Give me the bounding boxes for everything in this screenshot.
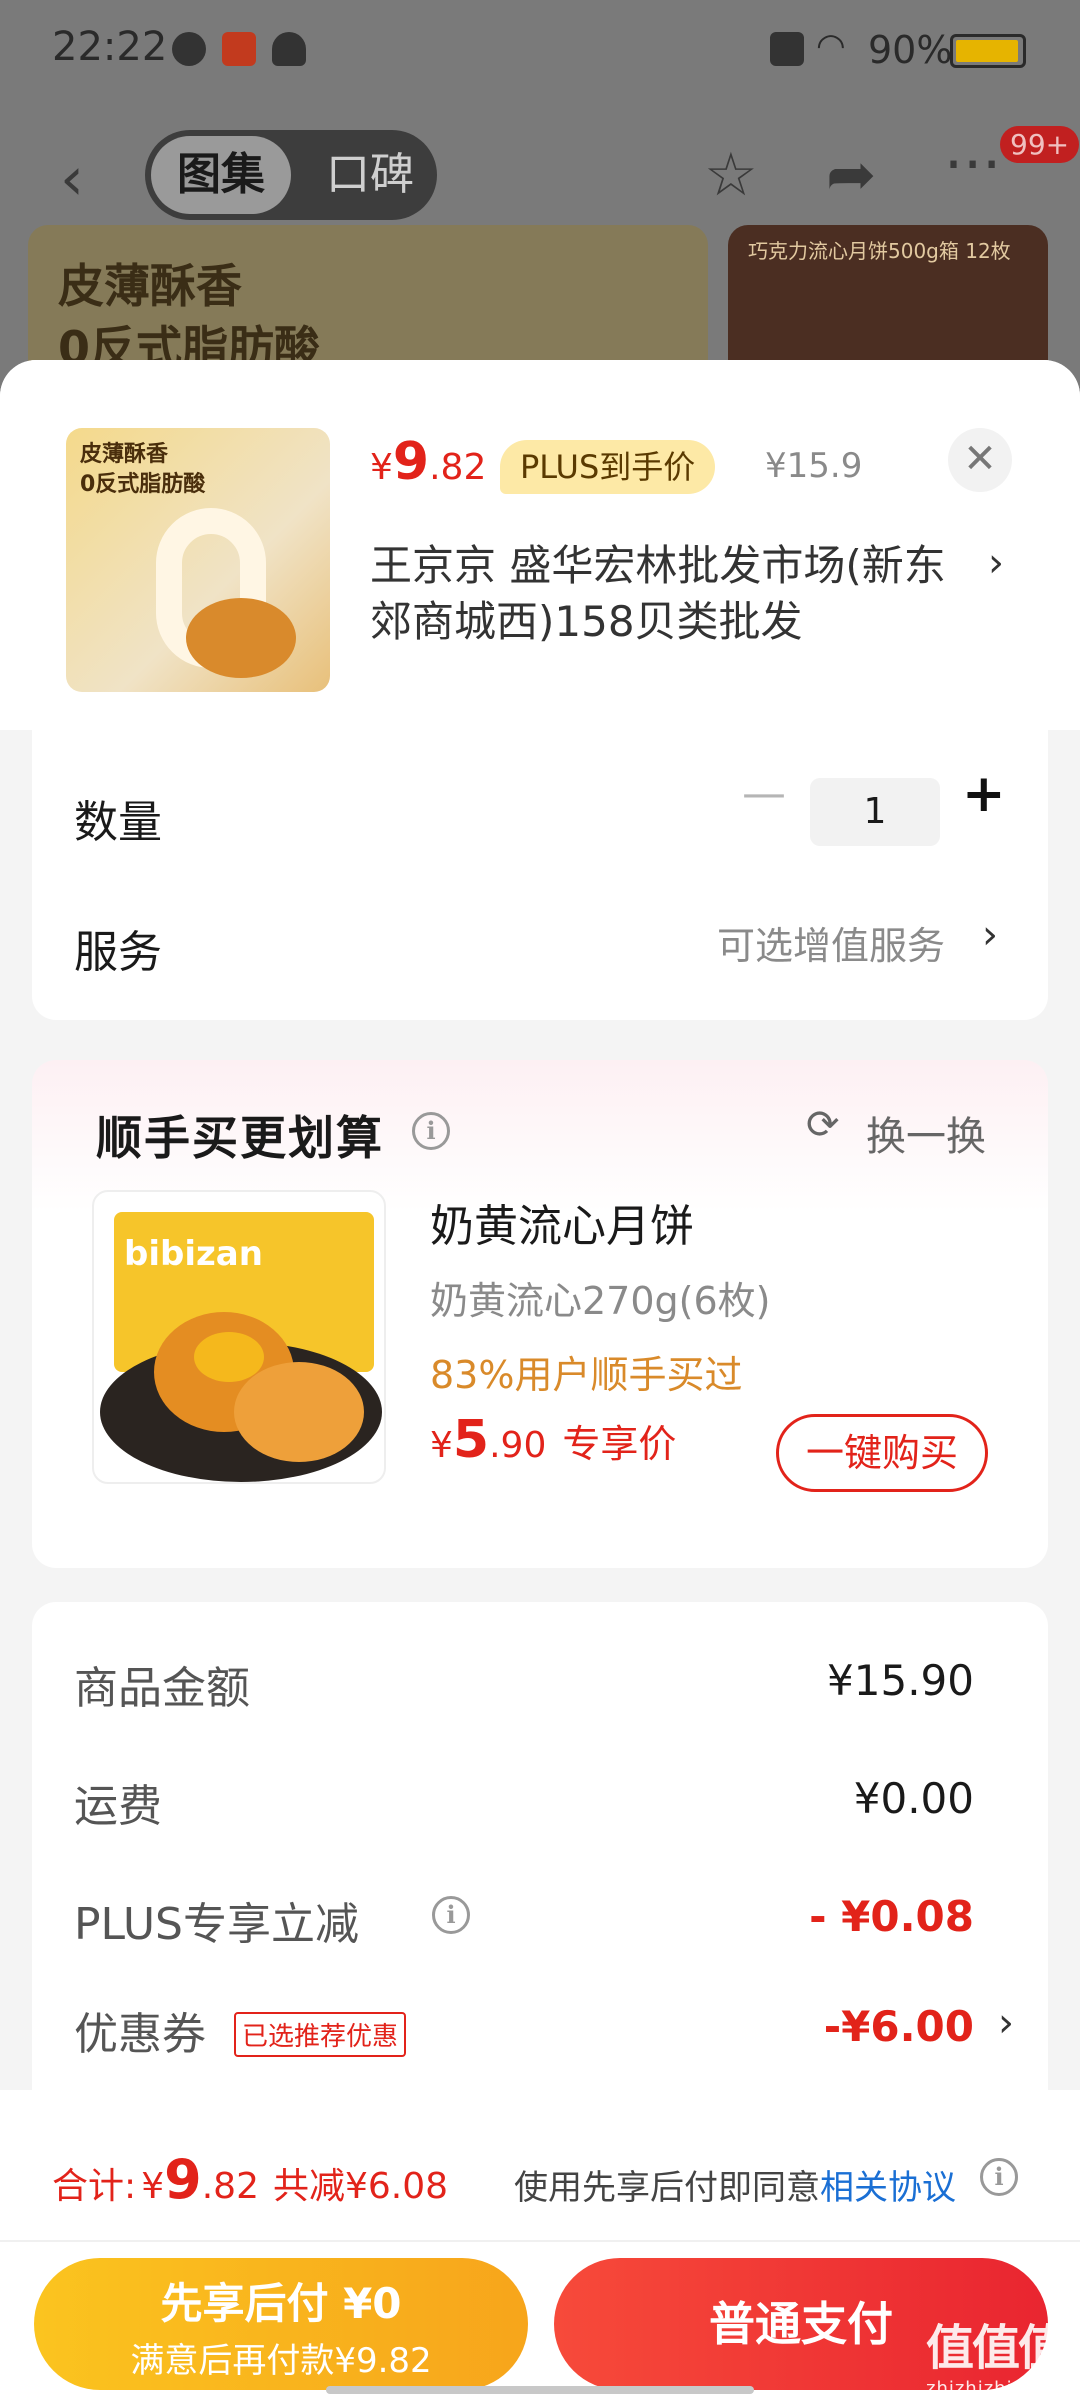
quantity-label: 数量 bbox=[74, 797, 162, 848]
background-page: 22:22 ◠ 90% ‹ 图集 口碑 ☆ ➦ ··· 99+ 皮薄酥香 0反式… bbox=[0, 0, 1080, 425]
sim-icon bbox=[770, 32, 804, 66]
coupon-tag: 已选推荐优惠 bbox=[234, 2012, 407, 2057]
thumbnail-text: 皮薄酥香 0反式脂肪酸 bbox=[80, 442, 206, 497]
agreement-text: 使用先享后付即同意相关协议 bbox=[514, 2168, 956, 2208]
wifi-icon: ◠ bbox=[816, 26, 846, 66]
sheet-header: 皮薄酥香 0反式脂肪酸 ¥9.82 PLUS到手价 ¥15.9 ✕ 王京京 盛华… bbox=[0, 360, 1080, 730]
order-total: 合计: ¥9.82 共减¥6.08 bbox=[52, 2148, 449, 2211]
favorite-star-icon[interactable]: ☆ bbox=[704, 140, 758, 210]
summary-row-plus-discount: PLUS专享立减 i - ¥0.08 bbox=[74, 1892, 974, 1950]
tab-reviews[interactable]: 口碑 bbox=[315, 136, 425, 214]
bundle-purchase-rate: 83%用户顺手买过 bbox=[430, 1353, 743, 1397]
bundle-product-spec: 奶黄流心270g(6枚) bbox=[430, 1279, 771, 1323]
battery-percent: 90% bbox=[868, 28, 953, 72]
status-time: 22:22 bbox=[52, 24, 168, 70]
quantity-decrease-button[interactable]: — bbox=[742, 768, 786, 819]
summary-row-coupon[interactable]: 优惠券 已选推荐优惠 -¥6.00 › bbox=[74, 1998, 1014, 2068]
quantity-input[interactable]: 1 bbox=[810, 778, 940, 846]
summary-row-shipping: 运费 ¥0.00 bbox=[74, 1774, 974, 1832]
chevron-right-icon[interactable]: › bbox=[982, 912, 998, 958]
product-price: ¥9.82 bbox=[370, 432, 487, 492]
refresh-icon[interactable]: ⟳ bbox=[806, 1102, 840, 1148]
pay-later-button[interactable]: 先享后付 ¥0 满意后再付款¥9.82 bbox=[34, 2258, 528, 2390]
info-icon[interactable]: i bbox=[412, 1112, 450, 1150]
status-bar: 22:22 ◠ 90% bbox=[0, 0, 1080, 100]
more-icon[interactable]: ··· bbox=[944, 130, 1001, 200]
bundle-product-image[interactable]: bibizan bbox=[92, 1190, 386, 1484]
banner-secondary-text: 巧克力流心月饼500g箱 12枚 bbox=[748, 239, 1011, 263]
product-thumbnail: 皮薄酥香 0反式脂肪酸 bbox=[66, 428, 330, 692]
divider bbox=[0, 2240, 1080, 2242]
plus-price-tag: PLUS到手价 bbox=[500, 440, 716, 494]
watermark: 值值值 zhizhizhi.com bbox=[926, 2320, 1066, 2399]
home-indicator[interactable] bbox=[326, 2386, 754, 2394]
delivery-address[interactable]: 王京京 盛华宏林批发市场(新东郊商城西)158贝类批发 bbox=[370, 538, 970, 650]
bundle-product-name[interactable]: 奶黄流心月饼 bbox=[430, 1190, 694, 1254]
original-price: ¥15.9 bbox=[765, 446, 863, 486]
service-label: 服务 bbox=[74, 927, 162, 978]
chevron-right-icon[interactable]: › bbox=[988, 540, 1004, 586]
bundle-price: ¥5.90 专享价 bbox=[430, 1410, 677, 1470]
one-click-buy-button[interactable]: 一键购买 bbox=[776, 1414, 988, 1492]
info-icon[interactable]: i bbox=[432, 1896, 470, 1934]
product-navbar: ‹ 图集 口碑 ☆ ➦ ··· 99+ bbox=[0, 120, 1080, 230]
chevron-right-icon[interactable]: › bbox=[998, 2000, 1014, 2046]
close-icon[interactable]: ✕ bbox=[948, 428, 1012, 492]
wechat-icon bbox=[172, 32, 206, 66]
summary-row-subtotal: 商品金额 ¥15.90 bbox=[74, 1656, 974, 1714]
battery-icon bbox=[950, 34, 1026, 68]
gallery-tab-switch: 图集 口碑 bbox=[145, 130, 437, 220]
tab-gallery[interactable]: 图集 bbox=[151, 136, 291, 214]
bundle-title: 顺手买更划算 bbox=[96, 1111, 384, 1165]
quantity-service-card: 数量 — 1 + 服务 可选增值服务 › bbox=[32, 730, 1048, 1020]
bundle-brand: bibizan bbox=[124, 1234, 263, 1274]
service-value[interactable]: 可选增值服务 bbox=[717, 915, 945, 970]
agreement-link[interactable]: 相关协议 bbox=[820, 2168, 956, 2208]
quantity-increase-button[interactable]: + bbox=[962, 764, 1006, 824]
qq-icon bbox=[272, 32, 306, 66]
app-notification-icon bbox=[222, 32, 256, 66]
refresh-button[interactable]: 换一换 bbox=[866, 1104, 986, 1162]
checkout-footer: 合计: ¥9.82 共减¥6.08 使用先享后付即同意相关协议 i 先享后付 ¥0… bbox=[0, 2090, 1080, 2400]
back-arrow-icon[interactable]: ‹ bbox=[60, 144, 84, 214]
bundle-card: 顺手买更划算 i ⟳ 换一换 bibizan 奶黄流心月饼 奶黄流心270g(6… bbox=[32, 1060, 1048, 1568]
message-badge: 99+ bbox=[1000, 126, 1080, 163]
share-icon[interactable]: ➦ bbox=[826, 140, 876, 210]
info-icon[interactable]: i bbox=[980, 2158, 1018, 2196]
